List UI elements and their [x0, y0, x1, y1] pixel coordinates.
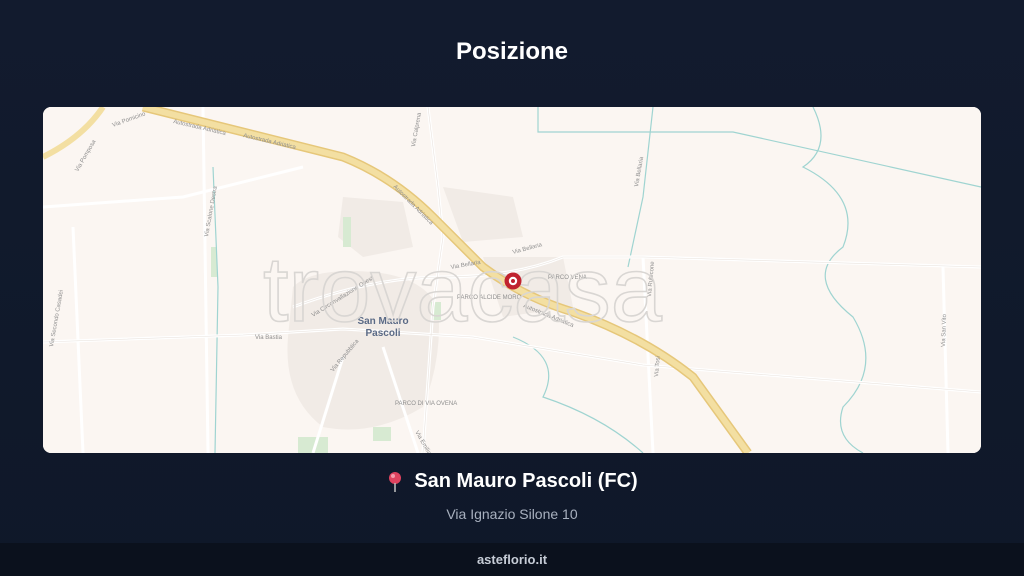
location-city: San Mauro Pascoli (FC) — [414, 470, 638, 492]
footer: asteflorio.it — [0, 543, 1024, 576]
label-via-san-vito: Via San Vito — [941, 313, 948, 347]
watermark-logo: trovacasa — [263, 239, 663, 341]
location-address: Via Ignazio Silone 10 — [446, 505, 578, 522]
location-marker-icon[interactable] — [504, 272, 522, 290]
map-canvas[interactable]: Autostrada Adriatica Autostrada Adriatic… — [43, 107, 981, 453]
label-parco-via-ovena: PARCO DI VIA OVENA — [395, 401, 457, 407]
location-line: San Mauro Pascoli (FC) — [386, 470, 638, 493]
map-pin-icon — [386, 471, 404, 493]
page-title: Posizione — [455, 38, 569, 65]
location-info: San Mauro Pascoli (FC) Via Ignazio Silon… — [0, 470, 1024, 522]
map[interactable]: Autostrada Adriatica Autostrada Adriatic… — [43, 107, 981, 453]
footer-brand[interactable]: asteflorio.it — [477, 552, 547, 567]
